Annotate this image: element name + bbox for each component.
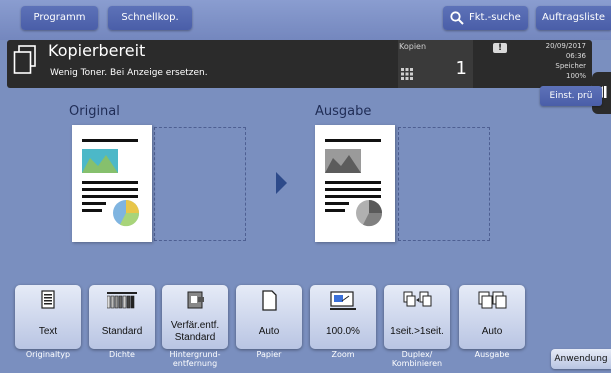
memory-value: 100%: [565, 72, 586, 80]
duplex-icon: [403, 291, 432, 307]
original-type-button[interactable]: Text: [15, 285, 81, 349]
auftragsliste-button[interactable]: Auftragsliste: [536, 6, 611, 30]
original-label: Original: [69, 104, 120, 119]
copies-counter[interactable]: Kopien 1: [398, 40, 473, 88]
top-bar: Programm Schnellkop. Fkt.-suche Auftrags…: [0, 0, 611, 40]
density-label: Dichte: [109, 350, 135, 359]
background-removal-value: Verfär.entf. Standard: [170, 320, 220, 343]
application-button[interactable]: Anwendung: [551, 349, 611, 369]
copy-document-icon: [13, 45, 36, 74]
status-header: Kopierbereit Wenig Toner. Bei Anzeige er…: [7, 40, 592, 88]
arrow-right-icon: [276, 172, 287, 194]
density-button[interactable]: Standard: [89, 285, 155, 349]
function-search-button[interactable]: Fkt.-suche: [443, 6, 528, 30]
date-text: 20/09/2017: [545, 42, 586, 50]
background-removal-icon: [187, 291, 204, 309]
background-removal-button[interactable]: Verfär.entf. Standard: [162, 285, 228, 349]
zoom-button[interactable]: 100.0%: [310, 285, 376, 349]
zoom-icon: [330, 291, 356, 310]
paper-button[interactable]: Auto: [236, 285, 302, 349]
keypad-icon: [401, 68, 413, 80]
original-type-label: Originaltyp: [25, 350, 71, 359]
duplex-value: 1seit.>1seit.: [390, 326, 444, 337]
output-icon: [478, 291, 507, 309]
copies-value: 1: [455, 58, 467, 79]
copies-label: Kopien: [399, 42, 427, 51]
function-search-label: Fkt.-suche: [469, 12, 521, 23]
time-text: 06:36: [565, 52, 586, 60]
memory-label: Speicher: [555, 62, 586, 70]
paper-icon: [262, 290, 277, 311]
check-settings-button[interactable]: Einst. prü: [540, 86, 602, 106]
original-output-area: [154, 127, 246, 241]
document-text-icon: [41, 290, 55, 309]
date-time-memory: 20/09/2017 06:36 Speicher 100%: [546, 41, 586, 81]
output-button[interactable]: Auto: [459, 285, 525, 349]
schnellkopie-button[interactable]: Schnellkop.: [108, 6, 192, 30]
warning-icon[interactable]: !: [493, 43, 507, 53]
page-title: Kopierbereit: [48, 41, 146, 60]
original-type-value: Text: [38, 326, 58, 337]
output-output-area: [398, 127, 490, 241]
zoom-value: 100.0%: [326, 326, 360, 337]
duplex-button[interactable]: 1seit.>1seit.: [384, 285, 450, 349]
status-message: Wenig Toner. Bei Anzeige ersetzen.: [50, 68, 208, 78]
duplex-label: Duplex/ Kombinieren: [391, 350, 443, 368]
output-preview-page[interactable]: [315, 125, 395, 242]
paper-label: Papier: [256, 350, 282, 359]
zoom-label: Zoom: [331, 350, 355, 359]
original-page-content-icon: [82, 139, 140, 227]
output-label-bottom: Ausgabe: [474, 350, 510, 359]
paper-value: Auto: [258, 326, 280, 337]
density-value: Standard: [101, 326, 143, 337]
search-icon: [450, 11, 464, 25]
output-value: Auto: [481, 326, 503, 337]
programm-button[interactable]: Programm: [21, 6, 98, 30]
original-preview-page[interactable]: [72, 125, 152, 242]
background-removal-label: Hintergrund-entfernung: [169, 350, 221, 368]
density-icon: [107, 292, 137, 309]
output-label: Ausgabe: [315, 104, 372, 119]
output-page-content-icon: [325, 139, 383, 227]
